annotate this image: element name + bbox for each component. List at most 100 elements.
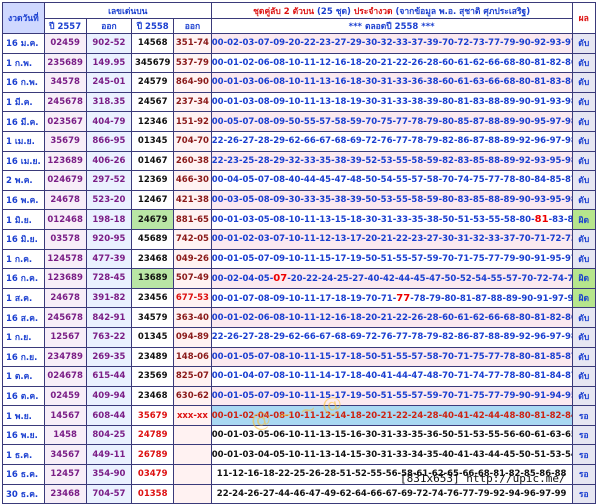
featured-numbers-header: เลขเด่นบน: [44, 3, 211, 18]
number-2558: 345679: [132, 53, 174, 73]
table-row: 1 ก.ค. 124578 477-39 23468 049-26 00-01-05-07…: [3, 249, 595, 269]
pair-numbers: 00-01-07-08-09-10-11-17-18-19-70-71-77-7…: [211, 288, 572, 308]
number-2558: 23456: [132, 288, 174, 308]
result-status: ดับ: [572, 112, 595, 131]
result-2557: 354-90: [86, 465, 132, 484]
result-2558: 049-26: [174, 249, 211, 269]
table-row: 2 พ.ค. 024679 297-52 12369 466-30 00-04-05-07…: [3, 171, 595, 190]
row-date: 1 มิ.ย.: [3, 210, 44, 229]
matched-pair: 77: [396, 292, 411, 304]
number-2558: 13689: [132, 269, 174, 288]
result-2557: 842-91: [86, 308, 132, 327]
result-2558: 421-38: [174, 190, 211, 210]
number-2558: 01345: [132, 327, 174, 347]
pair-numbers: 22-26-27-28-29-62-66-67-68-69-72-76-77-7…: [211, 131, 572, 151]
number-2557: 245678: [44, 92, 86, 112]
table-row: 1 ต.ค. 024678 615-44 23569 825-07 00-01-04-07…: [3, 367, 595, 386]
number-2558: 24679: [132, 210, 174, 229]
pair-numbers: 00-01-02-03-07-10-11-12-13-17-20-21-22-2…: [211, 229, 572, 249]
number-2557: 024678: [44, 367, 86, 386]
result-2557: 297-52: [86, 171, 132, 190]
result-2558: [174, 445, 211, 465]
number-2557: 34567: [44, 445, 86, 465]
result-2557: 409-94: [86, 386, 132, 406]
rows-body: 16 ม.ค. 02459 902-52 14568 351-74 00-02-03-07…: [3, 34, 595, 504]
number-2558: 12369: [132, 171, 174, 190]
result-status: ผิด: [572, 269, 595, 288]
result-2558: 677-53: [174, 288, 211, 308]
pair-numbers: 00-01-04-07-08-10-11-14-17-18-40-41-44-4…: [211, 367, 572, 386]
result-2558: 466-30: [174, 171, 211, 190]
result-2558: 825-07: [174, 367, 211, 386]
number-2557: 123689: [44, 151, 86, 171]
table-row: 16 มิ.ย. 03578 920-95 45689 742-05 00-01-02-0…: [3, 229, 595, 249]
row-date: 30 ธ.ค.: [3, 484, 44, 504]
result-2558: 881-65: [174, 210, 211, 229]
number-2557: 024679: [44, 171, 86, 190]
pair-numbers: 00-05-07-08-09-50-55-57-58-59-70-75-77-7…: [211, 112, 572, 131]
result-status: ดับ: [572, 327, 595, 347]
number-2558: 45689: [132, 229, 174, 249]
number-2558: 12467: [132, 190, 174, 210]
pair-numbers: 00-04-05-07-08-40-44-45-47-48-50-54-55-5…: [211, 171, 572, 190]
pair-numbers: 22-24-26-27-44-46-47-49-62-64-66-67-69-7…: [211, 484, 572, 504]
result-2557: 920-95: [86, 229, 132, 249]
number-2557: 23468: [44, 484, 86, 504]
pair-numbers: 00-01-03-06-08-10-11-13-16-18-30-31-33-3…: [211, 73, 572, 92]
result-status: ดับ: [572, 367, 595, 386]
number-2557: 234789: [44, 347, 86, 367]
result-2557: 477-39: [86, 249, 132, 269]
pair-numbers: 00-01-05-07-09-10-11-15-17-19-50-51-55-5…: [211, 249, 572, 269]
table-row: 16 ม.ค. 02459 902-52 14568 351-74 00-02-03-07…: [3, 34, 595, 53]
table-row: 1 เม.ย. 35679 866-95 01345 704-70 22-26-27-28…: [3, 131, 595, 151]
result-2557: 866-95: [86, 131, 132, 151]
result-status: ดับ: [572, 308, 595, 327]
row-date: 2 พ.ค.: [3, 171, 44, 190]
pair-numbers: 00-01-05-07-09-10-11-15-17-19-50-51-55-5…: [211, 386, 572, 406]
result-2557: 245-01: [86, 73, 132, 92]
row-date: 1 ก.ค.: [3, 249, 44, 269]
row-date: 1 ก.พ.: [3, 53, 44, 73]
result-status: ดับ: [572, 190, 595, 210]
pair-numbers: 00-03-05-08-09-30-33-35-38-39-50-53-55-5…: [211, 190, 572, 210]
result-2558: 351-74: [174, 34, 211, 53]
result-status: ดับ: [572, 53, 595, 73]
number-2557: 235689: [44, 53, 86, 73]
row-date: 16 ม.ค.: [3, 34, 44, 53]
pair-numbers: 00-01-02-06-08-10-11-12-16-18-20-21-22-2…: [211, 53, 572, 73]
number-2557: 02459: [44, 386, 86, 406]
result-2557: 391-82: [86, 288, 132, 308]
result-status: ดับ: [572, 386, 595, 406]
number-2558: 03479: [132, 465, 174, 484]
out-header-2: ออก: [174, 19, 211, 33]
table-row: 16 มี.ค. 023567 404-79 12346 151-92 00-05-07-…: [3, 112, 595, 131]
number-2557: 24678: [44, 190, 86, 210]
number-2557: 24678: [44, 288, 86, 308]
result-status: ผิด: [572, 210, 595, 229]
result-2558: 363-40: [174, 308, 211, 327]
number-grid: งวดวันที่ เลขเด่นบน ชุดคู่ลับ 2 ตัวบน (2…: [2, 2, 596, 504]
result-status: ดับ: [572, 229, 595, 249]
result-2557: 149.95: [86, 53, 132, 73]
number-2557: 023567: [44, 112, 86, 131]
number-2558: 26789: [132, 445, 174, 465]
number-2558: 14568: [132, 34, 174, 53]
result-2558: 704-70: [174, 131, 211, 151]
out-header-1: ออก: [86, 19, 132, 33]
number-2558: 24567: [132, 92, 174, 112]
number-2558: 01345: [132, 131, 174, 151]
number-2558: 12346: [132, 112, 174, 131]
page-title: ชุดคู่ลับ 2 ตัวบน (25 ชุด) ประจำงวด (จาก…: [211, 3, 572, 18]
result-status: ดับ: [572, 73, 595, 92]
result-status: รอ: [572, 445, 595, 465]
pair-numbers: 00-02-03-07-09-20-22-23-27-29-30-32-33-3…: [211, 34, 572, 53]
result-2557: 404-79: [86, 112, 132, 131]
number-2558: 01467: [132, 151, 174, 171]
table-row: 16 ก.ค. 123689 728-45 13689 507-49 00-02-04-0…: [3, 269, 595, 288]
result-2558: 742-05: [174, 229, 211, 249]
row-date: 16 พ.ย.: [3, 425, 44, 445]
row-date: 16 ธ.ค.: [3, 465, 44, 484]
result-header: ผล: [572, 3, 595, 33]
table-row: 16 พ.ค. 24678 523-20 12467 421-38 00-03-05-08…: [3, 190, 595, 210]
result-2557: 902-52: [86, 34, 132, 53]
